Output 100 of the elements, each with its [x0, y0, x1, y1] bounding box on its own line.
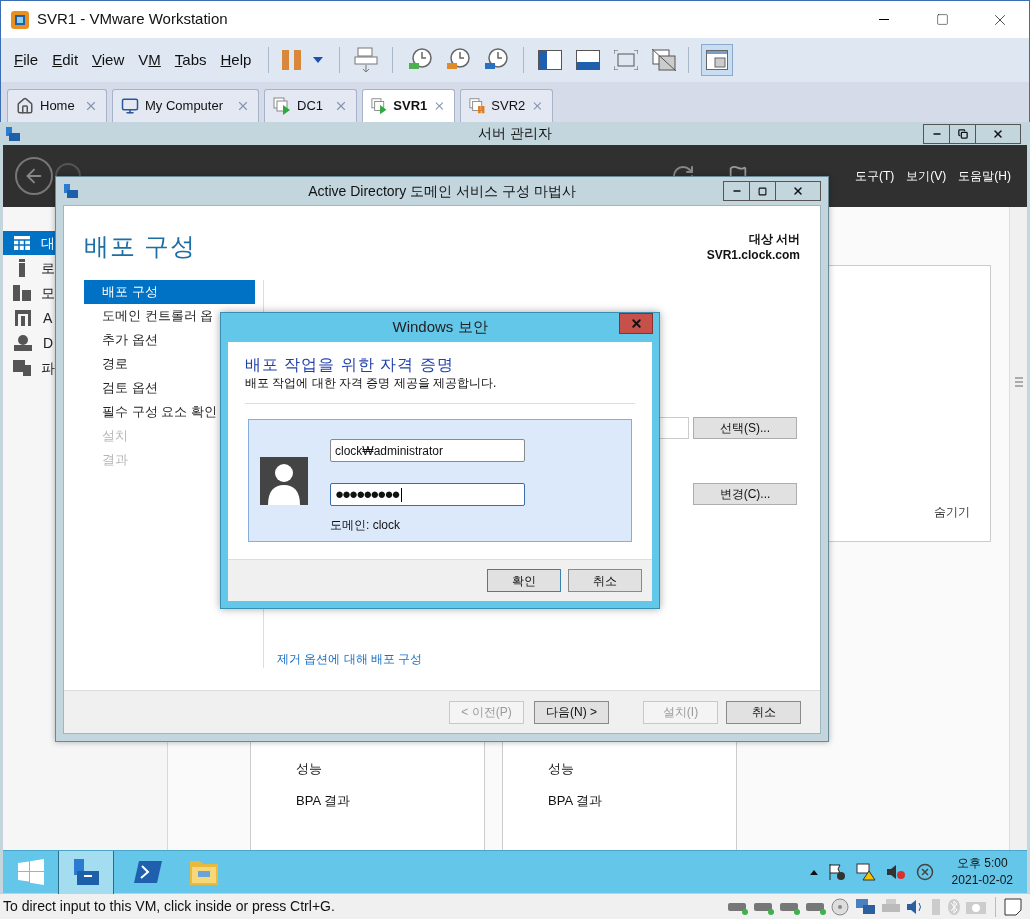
running-vm-icon	[371, 97, 388, 115]
paused-vm-icon	[469, 97, 486, 115]
close-icon[interactable]	[236, 99, 250, 113]
app-logo-icon	[11, 10, 29, 29]
nav-item[interactable]: 로	[3, 256, 55, 280]
wizard-button[interactable]: 취소	[726, 700, 801, 724]
fullscreen-icon[interactable]	[614, 50, 639, 70]
nav-item[interactable]: A	[3, 306, 55, 330]
menu-item[interactable]: VM	[131, 45, 168, 75]
hide-link[interactable]: 숨기기	[934, 503, 970, 521]
menu-item[interactable]: 도구(T)	[849, 167, 901, 185]
menu-item[interactable]: View	[85, 45, 132, 75]
directory-icon	[15, 310, 31, 326]
home-icon	[16, 97, 34, 115]
username-field[interactable]: clock₩administrator	[330, 439, 525, 462]
network-warning-icon[interactable]	[855, 863, 876, 881]
menu-item[interactable]: 보기(V)	[900, 167, 953, 185]
restore-icon	[957, 128, 968, 139]
domain-label: 도메인: clock	[330, 517, 401, 534]
show-hidden-icon[interactable]	[809, 869, 818, 875]
tab-label: SVR1	[393, 97, 428, 116]
folder-server-icon	[13, 360, 31, 376]
close-button[interactable]	[619, 313, 653, 334]
dialog-button[interactable]: 취소	[568, 569, 642, 592]
window-title: Active Directory 도메인 서비스 구성 마법사	[308, 181, 576, 201]
pause-icon	[281, 49, 304, 71]
tab[interactable]: DC1	[264, 89, 357, 122]
menu-item[interactable]: 도움말(H)	[952, 167, 1017, 185]
flag-clock-icon[interactable]	[827, 863, 846, 881]
powershell-icon	[133, 859, 163, 885]
clock[interactable]: 오후 5:00 2021-02-02	[951, 855, 1013, 889]
menu-item[interactable]: Edit	[45, 45, 86, 75]
network-adapter-icon[interactable]	[855, 897, 877, 916]
close-icon	[792, 185, 804, 197]
nav-item[interactable]: 파	[3, 356, 55, 380]
tile-item[interactable]: BPA 결과	[548, 790, 736, 810]
user-avatar-icon	[260, 456, 308, 505]
caret-icon	[313, 57, 324, 63]
nav-item[interactable]: 대	[3, 231, 55, 255]
nav-item[interactable]: D	[3, 331, 55, 355]
tab[interactable]: SVR2	[460, 89, 553, 122]
nav-item[interactable]: 모	[3, 281, 55, 305]
back-button[interactable]	[15, 157, 53, 195]
globe-server-icon	[14, 335, 32, 351]
close-icon	[992, 127, 1004, 140]
dialog-heading: 배포 작업을 위한 자격 증명	[245, 355, 455, 375]
unity-icon[interactable]	[652, 49, 677, 71]
dialog-subtitle: 배포 작업에 대한 자격 증명 제공을 제공합니다.	[245, 375, 498, 391]
window-title: SVR1 - VMware Workstation	[37, 9, 228, 30]
tab[interactable]: SVR1	[362, 89, 455, 122]
console-view-icon	[706, 50, 729, 70]
maximize-icon	[935, 13, 949, 26]
close-icon[interactable]	[84, 99, 98, 113]
server-toolbox-icon	[71, 857, 101, 887]
wizard-button[interactable]: 다음(N) >	[534, 700, 609, 724]
target-server-name: SVR1.clock.com	[706, 247, 800, 263]
window-title: 서버 관리자	[478, 124, 552, 143]
page-heading: 배포 구성	[84, 231, 196, 262]
tile-item[interactable]: 성능	[296, 759, 484, 779]
minimize-icon	[879, 19, 889, 20]
wizard-icon	[64, 184, 78, 198]
cd-drive-icon[interactable]	[831, 897, 851, 916]
change-button[interactable]: 변경(C)...	[693, 482, 797, 505]
close-icon[interactable]	[433, 99, 446, 113]
tile-item[interactable]: 성능	[548, 759, 736, 779]
servers-icon	[13, 285, 31, 301]
dialog-button[interactable]: 확인	[487, 569, 561, 592]
dialog-title: Windows 보안	[392, 317, 488, 338]
password-field[interactable]: ●●●●●●●●●	[330, 483, 525, 506]
removal-options-link[interactable]: 제거 옵션에 대해 배포 구성	[277, 650, 820, 668]
menu-item[interactable]: Help	[213, 45, 259, 75]
grid-icon	[14, 236, 30, 250]
thumbnail-view-icon[interactable]	[576, 50, 601, 70]
tab-label: DC1	[297, 97, 323, 116]
tile-item[interactable]: BPA 결과	[296, 790, 484, 810]
close-icon[interactable]	[531, 99, 544, 113]
tab[interactable]: Home	[7, 89, 107, 122]
target-server-label: 대상 서버	[748, 231, 800, 247]
message-icon[interactable]	[1004, 897, 1022, 916]
console-view-button[interactable]	[701, 44, 734, 76]
close-icon	[629, 317, 643, 330]
server-manager-icon	[6, 126, 20, 141]
sidebar-view-icon[interactable]	[538, 50, 563, 70]
close-icon[interactable]	[334, 99, 348, 113]
tab-label: SVR2	[491, 97, 526, 116]
send-keys-icon[interactable]	[354, 47, 379, 73]
server-icon	[17, 259, 27, 277]
maximize-icon	[758, 186, 767, 196]
muted-speaker-icon[interactable]	[885, 863, 906, 881]
disconnected-icon[interactable]	[915, 863, 934, 881]
wizard-step[interactable]: 배포 구성	[84, 279, 255, 304]
select-button[interactable]: 선택(S)...	[693, 416, 797, 439]
running-vm-icon	[273, 97, 291, 115]
menu-item[interactable]: File	[7, 45, 46, 75]
tab[interactable]: My Computer	[112, 89, 259, 122]
status-text: To direct input to this VM, click inside or press Ctrl+G.	[3, 897, 335, 916]
monitor-icon	[121, 97, 139, 115]
taskbar-button[interactable]	[58, 850, 114, 894]
tab-label: My Computer	[145, 97, 224, 116]
menu-item[interactable]: Tabs	[167, 45, 214, 75]
